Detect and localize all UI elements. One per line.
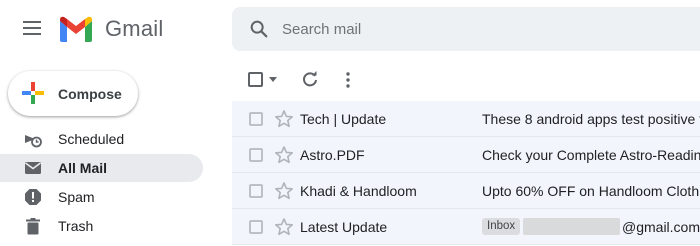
all-mail-icon (25, 162, 41, 174)
mail-sender: Latest Update (300, 219, 388, 235)
mail-sender: Astro.PDF (300, 147, 365, 163)
mail-select-checkbox[interactable] (249, 148, 263, 162)
redacted-email (523, 218, 620, 235)
search-input[interactable] (282, 7, 682, 51)
mail-sender: Khadi & Handloom (300, 183, 417, 199)
select-dropdown-icon[interactable] (269, 77, 277, 82)
compose-label: Compose (58, 86, 122, 102)
mail-select-checkbox[interactable] (249, 220, 263, 234)
inbox-label-badge[interactable]: Inbox (482, 218, 521, 235)
sidebar-item-label: Scheduled (58, 131, 125, 147)
star-icon[interactable] (274, 145, 294, 165)
mail-recipient: @gmail.com, S (622, 219, 700, 235)
sidebar-item-scheduled[interactable]: Scheduled (0, 125, 203, 153)
mail-toolbar (232, 60, 700, 100)
star-icon[interactable] (274, 109, 294, 129)
compose-plus-icon (22, 82, 44, 104)
gmail-logo-icon[interactable] (58, 15, 94, 43)
refresh-icon[interactable] (300, 70, 320, 90)
mail-subject: Check your Complete Astro-Reading fo (482, 147, 700, 163)
main-menu-icon[interactable] (20, 17, 44, 41)
mail-row[interactable]: Tech | Update These 8 android apps test … (232, 101, 700, 137)
spam-icon (25, 189, 41, 205)
mail-select-checkbox[interactable] (249, 184, 263, 198)
sidebar-item-all-mail[interactable]: All Mail (0, 154, 203, 182)
compose-button[interactable]: Compose (8, 71, 138, 116)
mail-subject: These 8 android apps test positive for (482, 111, 700, 127)
mail-row[interactable]: Khadi & Handloom Upto 60% OFF on Handloo… (232, 173, 700, 209)
more-options-icon[interactable] (338, 70, 358, 90)
sidebar-item-label: All Mail (58, 160, 108, 176)
star-icon[interactable] (274, 181, 294, 201)
mail-list: Tech | Update These 8 android apps test … (232, 101, 700, 245)
scheduled-icon (25, 135, 42, 148)
star-icon[interactable] (274, 217, 294, 237)
mail-row[interactable]: Astro.PDF Check your Complete Astro-Read… (232, 137, 700, 173)
sidebar-item-label: Spam (58, 189, 95, 205)
mail-subject: Upto 60% OFF on Handloom Clothing (482, 183, 700, 199)
mail-sender: Tech | Update (300, 111, 387, 127)
sidebar-item-label: Trash (58, 218, 94, 234)
mail-select-checkbox[interactable] (249, 112, 263, 126)
brand-name[interactable]: Gmail (105, 16, 163, 42)
search-icon[interactable] (248, 18, 270, 40)
sidebar-item-spam[interactable]: Spam (0, 183, 203, 211)
header: Gmail (0, 0, 700, 58)
search-bar[interactable] (232, 7, 700, 51)
trash-icon (26, 218, 40, 235)
mail-row[interactable]: Latest Update Inbox @gmail.com, S (232, 209, 700, 245)
select-all-checkbox[interactable] (248, 72, 263, 87)
sidebar-item-trash[interactable]: Trash (0, 212, 203, 240)
